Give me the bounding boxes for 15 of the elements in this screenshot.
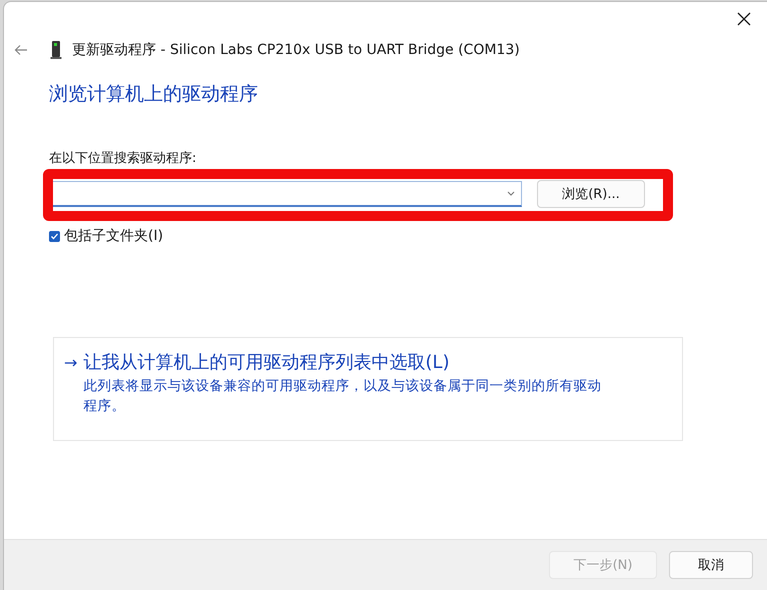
- arrow-icon: →: [64, 353, 78, 372]
- device-icon: [50, 41, 62, 59]
- close-icon: [737, 12, 751, 26]
- link-description: 此列表将显示与该设备兼容的可用驱动程序，以及与该设备属于同一类别的所有驱动程序。: [83, 377, 602, 416]
- dialog-button[interactable]: 取消: [669, 551, 753, 579]
- browse-button[interactable]: 浏览(R)...: [537, 180, 645, 208]
- pick-from-list-link[interactable]: → 让我从计算机上的可用驱动程序列表中选取(L) 此列表将显示与该设备兼容的可用驱动程序，以及与该设备属于同一类别的所有驱动程序。: [53, 337, 683, 441]
- link-title: 让我从计算机上的可用驱动程序列表中选取(L): [83, 351, 450, 374]
- chevron-down-icon: [507, 191, 515, 196]
- search-location-label: 在以下位置搜索驱动程序:: [49, 151, 198, 167]
- back-arrow-icon[interactable]: [14, 44, 28, 56]
- page-heading: 浏览计算机上的驱动程序: [49, 82, 259, 107]
- window-title: 更新驱动程序 - Silicon Labs CP210x USB to UART Bridge (COM13): [72, 41, 520, 59]
- checkbox-label: 包括子文件夹(I): [64, 227, 164, 245]
- checkbox[interactable]: [49, 230, 60, 242]
